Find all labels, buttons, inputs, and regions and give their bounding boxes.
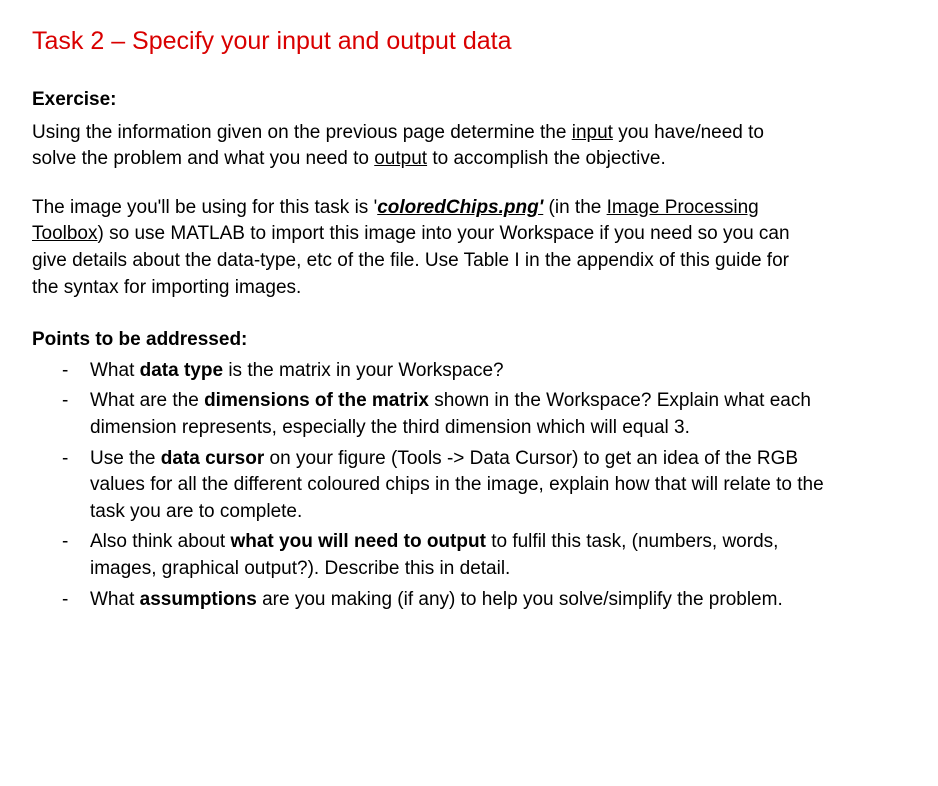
emphasis: dimensions of the matrix [204, 390, 429, 411]
task-title: Task 2 – Specify your input and output d… [32, 24, 906, 59]
exercise-paragraph-2: The image you'll be using for this task … [32, 195, 792, 301]
text-segment: What [90, 360, 140, 381]
text-segment: ) so use MATLAB to import this image int… [32, 223, 790, 297]
text-segment: Using the information given on the previ… [32, 122, 572, 143]
text-segment: is the matrix in your Workspace? [223, 360, 504, 381]
emphasis: what you will need to output [230, 531, 485, 552]
text-segment: Use the [90, 448, 161, 469]
points-heading: Points to be addressed: [32, 327, 906, 354]
text-segment: What [90, 589, 140, 610]
text-segment: What are the [90, 390, 204, 411]
list-item: What data type is the matrix in your Wor… [90, 358, 832, 385]
text-segment: The image you'll be using for this task … [32, 197, 374, 218]
output-term: output [374, 148, 427, 169]
text-segment: to accomplish the objective. [427, 148, 666, 169]
input-term: input [572, 122, 613, 143]
points-list: What data type is the matrix in your Wor… [32, 358, 832, 613]
text-segment: (in the [543, 197, 606, 218]
list-item: What are the dimensions of the matrix sh… [90, 388, 832, 441]
emphasis: data cursor [161, 448, 264, 469]
list-item: Use the data cursor on your figure (Tool… [90, 446, 832, 526]
text-segment: are you making (if any) to help you solv… [257, 589, 783, 610]
filename: coloredChips.png' [377, 197, 543, 218]
emphasis: data type [140, 360, 223, 381]
exercise-heading: Exercise: [32, 87, 906, 114]
exercise-paragraph-1: Using the information given on the previ… [32, 120, 792, 173]
text-segment: Also think about [90, 531, 230, 552]
emphasis: assumptions [140, 589, 257, 610]
list-item: What assumptions are you making (if any)… [90, 587, 832, 614]
list-item: Also think about what you will need to o… [90, 529, 832, 582]
